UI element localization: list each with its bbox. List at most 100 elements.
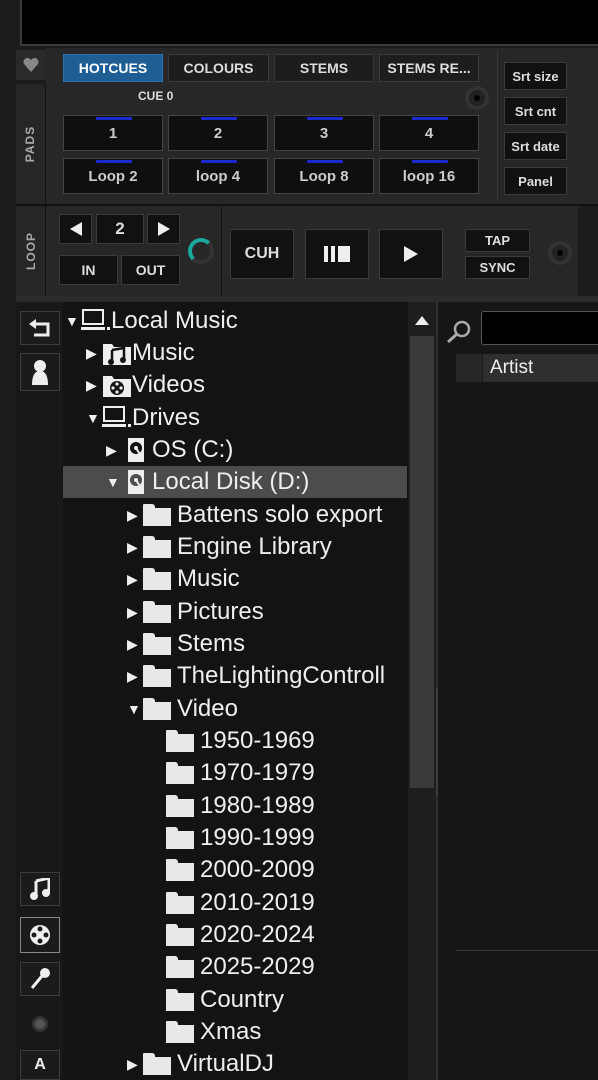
pad-4[interactable]: 4 <box>379 115 479 151</box>
panel-button[interactable]: Panel <box>504 167 567 195</box>
tree-item-subfolder[interactable]: Country <box>166 984 284 1016</box>
tree-item-folder[interactable]: ▶ Engine Library <box>127 531 332 563</box>
pad-3[interactable]: 3 <box>274 115 374 151</box>
tree-item-subfolder[interactable]: 2020-2024 <box>166 919 315 951</box>
collapsed-triangle-icon[interactable]: ▶ <box>127 539 143 556</box>
expanded-triangle-icon[interactable]: ▼ <box>65 313 81 329</box>
collapsed-triangle-icon[interactable]: ▶ <box>127 604 143 621</box>
expanded-triangle-icon[interactable]: ▼ <box>86 410 102 426</box>
folder-icon <box>166 859 194 881</box>
video-filter-button[interactable] <box>20 917 60 953</box>
tab-hotcues[interactable]: HOTCUES <box>63 54 163 82</box>
karaoke-filter-button[interactable] <box>20 962 60 996</box>
tab-colours[interactable]: COLOURS <box>168 54 269 82</box>
return-arrow-icon <box>29 319 50 337</box>
play-button[interactable] <box>379 229 443 279</box>
left-margin <box>0 0 16 1080</box>
tab-stems[interactable]: STEMS <box>274 54 374 82</box>
tree-item-os-c[interactable]: ▶ OS (C:) <box>106 434 233 466</box>
tree-label: Engine Library <box>177 533 332 560</box>
loop-halve-button[interactable] <box>59 214 92 244</box>
tree-item-folder[interactable]: ▶ Battens solo export <box>127 499 382 531</box>
pad-1[interactable]: 1 <box>63 115 163 151</box>
tree-item-subfolder[interactable]: 2000-2009 <box>166 854 315 886</box>
loop-side-tab[interactable]: LOOP <box>16 206 46 296</box>
loop-out-button[interactable]: OUT <box>121 255 180 285</box>
tree-label: 1970-1979 <box>200 759 315 786</box>
expanded-triangle-icon[interactable]: ▼ <box>106 474 122 490</box>
pads-knob[interactable] <box>465 86 489 110</box>
pad-label: loop 4 <box>195 167 241 185</box>
divider <box>221 206 222 296</box>
pad-label: 3 <box>319 124 329 142</box>
loop-knob-icon[interactable] <box>188 238 214 264</box>
folder-icon <box>166 730 194 752</box>
tree-item-subfolder[interactable]: 1980-1989 <box>166 790 315 822</box>
sync-button[interactable]: SYNC <box>465 256 530 279</box>
expanded-triangle-icon[interactable]: ▼ <box>127 701 143 717</box>
pad-loop-16[interactable]: loop 16 <box>379 158 479 194</box>
pad-label: Loop 2 <box>88 167 138 185</box>
pads-side-tab[interactable]: PADS <box>16 84 46 204</box>
tree-item-virtualdj[interactable]: ▶ VirtualDJ <box>127 1048 274 1080</box>
tap-button[interactable]: TAP <box>465 229 530 252</box>
scroll-up-button[interactable] <box>408 306 436 334</box>
tree-item-drives[interactable]: ▼ Drives <box>86 402 200 434</box>
search-input[interactable] <box>481 311 598 345</box>
collapsed-triangle-icon[interactable]: ▶ <box>106 442 122 459</box>
collapsed-triangle-icon[interactable]: ▶ <box>127 507 143 524</box>
tree-item-subfolder[interactable]: 2010-2019 <box>166 887 315 919</box>
pad-loop-8[interactable]: Loop 8 <box>274 158 374 194</box>
folder-icon <box>166 956 194 978</box>
tree-item-folder[interactable]: ▶ Pictures <box>127 596 264 628</box>
collapsed-triangle-icon[interactable]: ▶ <box>127 668 143 685</box>
folder-icon <box>143 633 171 655</box>
pads-side-label: PADS <box>23 125 38 163</box>
sort-count-button[interactable]: Srt cnt <box>504 97 567 125</box>
collapsed-triangle-icon[interactable]: ▶ <box>127 571 143 588</box>
tree-item-subfolder[interactable]: 2025-2029 <box>166 951 315 983</box>
music-filter-button[interactable] <box>20 872 60 906</box>
favorite-heart-icon[interactable] <box>16 50 46 80</box>
pause-play-button[interactable] <box>305 229 369 279</box>
tree-item-folder[interactable]: ▶ Stems <box>127 628 245 660</box>
tree-item-local-disk-d[interactable]: ▼ Local Disk (D:) <box>106 466 309 498</box>
a-button[interactable]: A <box>20 1050 60 1080</box>
tree-scrollbar-thumb[interactable] <box>410 336 434 788</box>
user-button[interactable] <box>20 353 60 391</box>
sort-date-button[interactable]: Srt date <box>504 132 567 160</box>
tree-label: Xmas <box>200 1018 262 1045</box>
play-icon <box>404 246 418 262</box>
tree-item-music[interactable]: ▶ Music <box>86 337 195 369</box>
file-list-panel <box>438 302 598 1080</box>
tree-item-video[interactable]: ▼ Video <box>127 693 238 725</box>
tree-item-folder[interactable]: ▶ Music <box>127 563 240 595</box>
column-header-artist[interactable]: Artist <box>482 354 598 382</box>
tree-label: 2025-2029 <box>200 953 315 980</box>
sort-size-button[interactable]: Srt size <box>504 62 567 90</box>
tree-label: 1950-1969 <box>200 727 315 754</box>
tree-item-subfolder[interactable]: 1990-1999 <box>166 822 315 854</box>
cue-button[interactable]: CUH <box>230 229 294 279</box>
collapsed-triangle-icon[interactable]: ▶ <box>127 636 143 653</box>
pitch-knob[interactable] <box>548 241 572 265</box>
loop-double-button[interactable] <box>147 214 180 244</box>
deck-display <box>20 0 598 46</box>
back-button[interactable] <box>20 311 60 345</box>
tree-item-subfolder[interactable]: Xmas <box>166 1016 261 1048</box>
collapsed-triangle-icon[interactable]: ▶ <box>127 1056 143 1073</box>
loop-in-button[interactable]: IN <box>59 255 118 285</box>
pad-loop-2[interactable]: Loop 2 <box>63 158 163 194</box>
folder-icon <box>166 924 194 946</box>
tab-stems-rearrange[interactable]: STEMS RE... <box>379 54 479 82</box>
collapsed-triangle-icon[interactable]: ▶ <box>86 377 102 394</box>
tree-item-local-music[interactable]: ▼ Local Music <box>65 305 238 337</box>
tree-item-folder[interactable]: ▶ TheLightingControll <box>127 660 408 692</box>
tree-item-subfolder[interactable]: 1970-1979 <box>166 757 315 789</box>
tree-item-subfolder[interactable]: 1950-1969 <box>166 725 315 757</box>
hard-disk-icon <box>128 438 144 462</box>
collapsed-triangle-icon[interactable]: ▶ <box>86 345 102 362</box>
pad-2[interactable]: 2 <box>168 115 268 151</box>
tree-item-videos[interactable]: ▶ Videos <box>86 369 205 401</box>
pad-loop-4[interactable]: loop 4 <box>168 158 268 194</box>
